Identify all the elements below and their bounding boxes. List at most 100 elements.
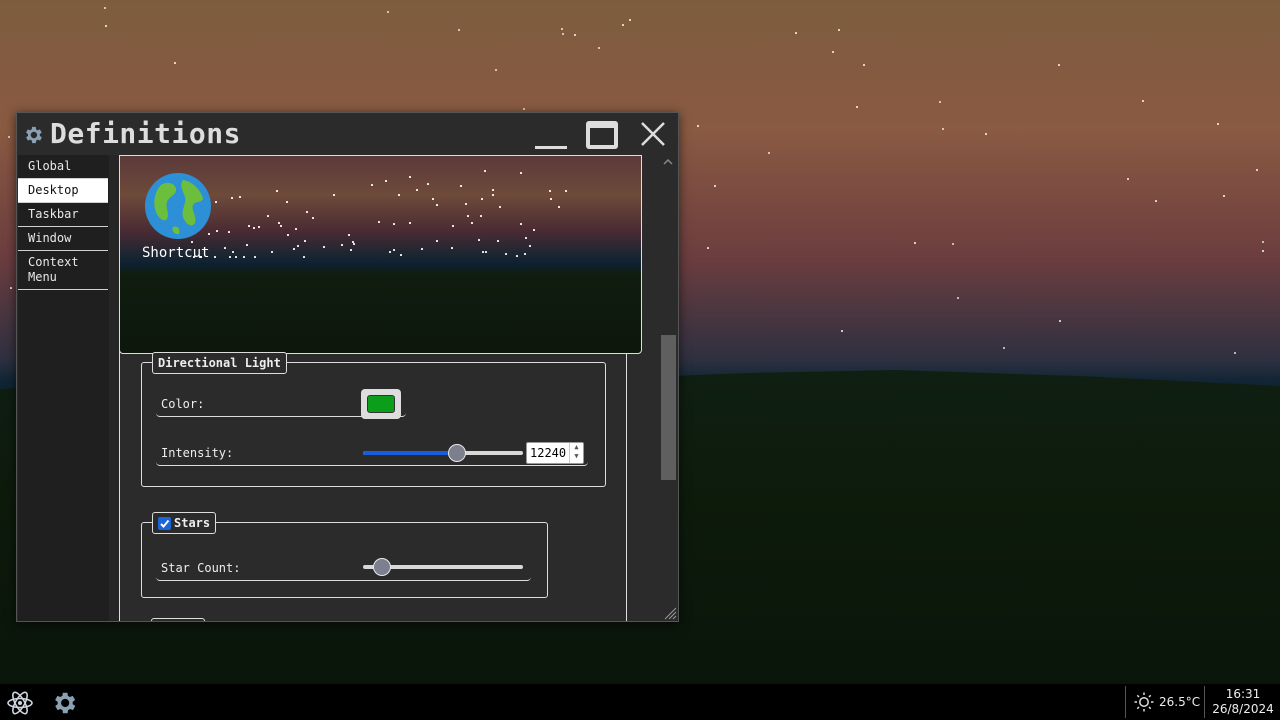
- sidebar-item-context-menu[interactable]: Context Menu: [18, 251, 108, 290]
- globe-icon[interactable]: [143, 171, 213, 241]
- star: [232, 251, 234, 253]
- star: [957, 297, 959, 299]
- star: [254, 256, 256, 258]
- star: [214, 256, 216, 258]
- settings-content: Shortcut Directional Light Color: Intens…: [119, 155, 659, 621]
- star: [235, 256, 237, 258]
- gear-icon[interactable]: [50, 689, 78, 717]
- sidebar-item-global[interactable]: Global: [18, 155, 108, 179]
- stars-checkbox[interactable]: [158, 516, 171, 530]
- stars-title: Stars: [174, 516, 211, 530]
- directional-light-title: Directional Light: [158, 356, 281, 370]
- star: [243, 256, 245, 258]
- star: [550, 198, 552, 200]
- close-button[interactable]: [635, 119, 671, 151]
- star: [768, 152, 770, 154]
- atom-icon[interactable]: [6, 689, 34, 717]
- star: [253, 227, 255, 229]
- slider-thumb[interactable]: [448, 444, 466, 462]
- star: [478, 239, 480, 241]
- star: [471, 222, 473, 224]
- sidebar-item-desktop[interactable]: Desktop: [18, 179, 108, 203]
- directional-light-group: Directional Light Color: Intensity: 1224…: [141, 352, 606, 487]
- star: [276, 190, 278, 192]
- star: [533, 229, 535, 231]
- maximize-icon: [586, 121, 618, 149]
- star: [1262, 250, 1264, 252]
- taskbar-separator: [1204, 686, 1205, 718]
- desktop-shortcut-label[interactable]: Shortcut: [142, 245, 209, 261]
- weather-widget[interactable]: 26.5°C: [1134, 692, 1200, 712]
- star: [312, 217, 314, 219]
- star: [333, 194, 335, 196]
- taskbar: 26.5°C 16:31 26/8/2024: [0, 684, 1280, 720]
- star: [104, 7, 106, 9]
- star: [191, 241, 193, 243]
- intensity-value: 12240: [530, 446, 567, 460]
- sidebar-item-taskbar[interactable]: Taskbar: [18, 203, 108, 227]
- star: [258, 226, 260, 228]
- star: [451, 247, 453, 249]
- star: [393, 249, 395, 251]
- color-picker-button[interactable]: [361, 389, 401, 419]
- directional-light-legend: Directional Light: [152, 352, 287, 374]
- maximize-button[interactable]: [584, 119, 620, 151]
- star: [952, 243, 954, 245]
- sidebar: Global Desktop Taskbar Window Context Me…: [18, 155, 109, 621]
- star: [1217, 123, 1219, 125]
- star: [622, 24, 624, 26]
- star: [293, 248, 295, 250]
- star: [224, 247, 226, 249]
- resize-grip-icon[interactable]: [663, 606, 677, 620]
- star: [520, 223, 522, 225]
- star: [271, 251, 273, 253]
- star: [267, 215, 269, 217]
- slider-fill: [363, 451, 457, 455]
- title-bar[interactable]: Definitions: [17, 113, 678, 155]
- star-count-slider[interactable]: [363, 557, 523, 577]
- scrollbar-thumb[interactable]: [661, 335, 676, 480]
- star: [484, 170, 486, 172]
- sidebar-divider: [109, 155, 119, 621]
- star: [246, 244, 248, 246]
- star: [562, 33, 564, 35]
- sidebar-item-window[interactable]: Window: [18, 227, 108, 251]
- star: [985, 133, 987, 135]
- star: [228, 231, 230, 233]
- star: [495, 69, 497, 71]
- star: [348, 234, 350, 236]
- clock[interactable]: 16:31 26/8/2024: [1208, 687, 1278, 717]
- sun-icon: [1134, 692, 1154, 712]
- intensity-slider[interactable]: [363, 443, 523, 463]
- slider-thumb[interactable]: [373, 558, 391, 576]
- star: [427, 183, 429, 185]
- definitions-window: Definitions Global Desktop Taskbar Windo…: [16, 112, 679, 622]
- star: [409, 176, 411, 178]
- star: [323, 246, 325, 248]
- vertical-scrollbar[interactable]: [659, 155, 678, 621]
- star: [574, 34, 576, 36]
- star: [598, 47, 600, 49]
- star: [398, 194, 400, 196]
- star: [1256, 169, 1258, 171]
- star: [525, 237, 527, 239]
- star: [516, 255, 518, 257]
- star: [856, 106, 858, 108]
- star: [492, 189, 494, 191]
- star: [409, 222, 411, 224]
- star: [231, 197, 233, 199]
- star: [841, 330, 843, 332]
- checkmark-icon: [160, 519, 170, 528]
- star: [452, 225, 454, 227]
- intensity-input[interactable]: 12240 ▲ ▼: [526, 442, 584, 464]
- star: [10, 287, 12, 289]
- scroll-up-arrow-icon[interactable]: [662, 157, 674, 167]
- star: [523, 108, 525, 110]
- star: [352, 241, 354, 243]
- minimize-button[interactable]: [533, 119, 569, 151]
- star: [558, 206, 560, 208]
- gear-icon: [26, 126, 42, 144]
- star: [942, 128, 944, 130]
- intensity-spinner[interactable]: ▲ ▼: [569, 443, 583, 463]
- star: [529, 245, 531, 247]
